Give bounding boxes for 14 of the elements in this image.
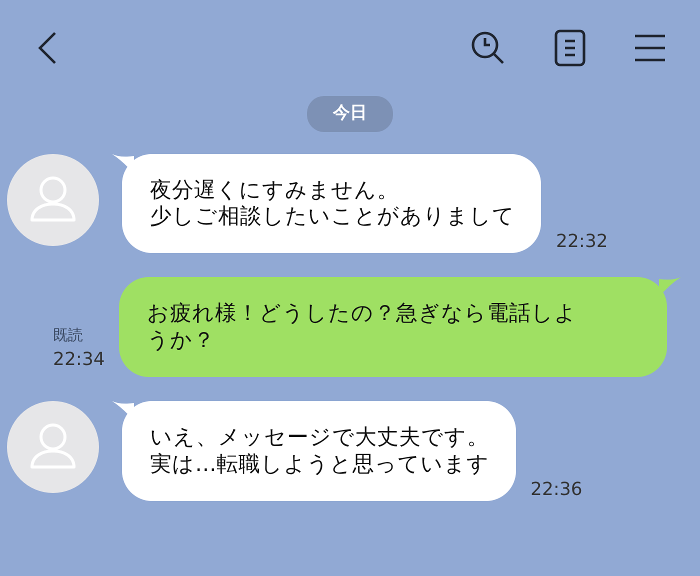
back-icon[interactable]	[36, 31, 58, 65]
message-text: いえ、メッセージで大丈夫です。 実は…転職しようと思っています	[150, 425, 490, 479]
menu-icon[interactable]	[634, 33, 666, 63]
avatar-icon	[7, 154, 99, 246]
avatar-icon	[7, 401, 99, 493]
notes-icon[interactable]	[554, 29, 586, 67]
search-icon[interactable]	[470, 30, 506, 66]
message-time: 22:32	[556, 230, 608, 254]
date-label: 今日	[307, 96, 393, 132]
message-text: 夜分遅くにすみません。 少しご相談したいことがありまして	[150, 178, 515, 232]
message-time: 22:34	[53, 348, 105, 372]
message-text: お疲れ様！どうしたの？急ぎなら電話しよ うか？	[146, 301, 578, 355]
message-time: 22:36	[530, 478, 582, 502]
read-receipt: 既読	[53, 324, 84, 346]
